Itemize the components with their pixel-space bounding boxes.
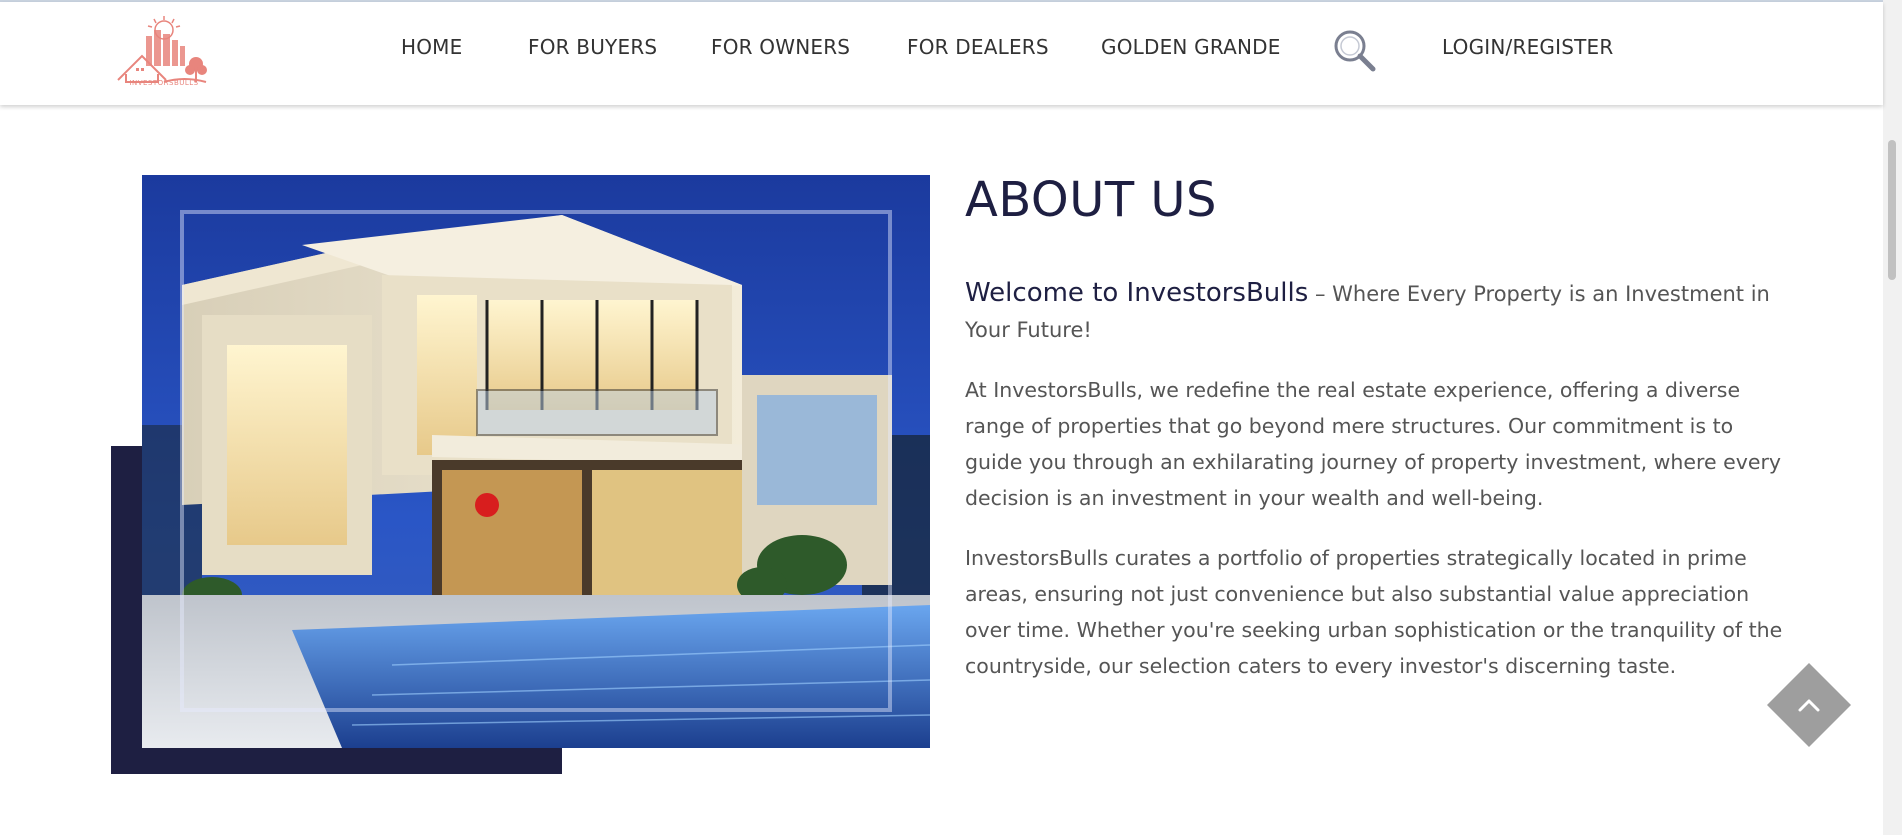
modern-villa-illustration: [142, 175, 930, 748]
page-scrollbar[interactable]: [1883, 0, 1902, 835]
search-button[interactable]: [1332, 28, 1378, 74]
nav-for-dealers[interactable]: FOR DEALERS: [907, 35, 1049, 59]
about-hero-image: [142, 175, 930, 748]
nav-for-buyers[interactable]: FOR BUYERS: [528, 35, 657, 59]
back-to-top-diamond: [1767, 663, 1851, 747]
site-logo[interactable]: INVESTORSBULLS: [114, 16, 214, 92]
nav-for-owners[interactable]: FOR OWNERS: [711, 35, 850, 59]
welcome-heading: Welcome to InvestorsBulls: [965, 278, 1309, 308]
search-icon: [1334, 30, 1376, 72]
scrollbar-thumb[interactable]: [1888, 140, 1896, 280]
back-to-top-button[interactable]: [1767, 663, 1851, 747]
welcome-paragraph: Welcome to InvestorsBulls – Where Every …: [965, 275, 1787, 348]
about-title: ABOUT US: [965, 172, 1218, 228]
about-paragraph-1: At InvestorsBulls, we redefine the real …: [965, 378, 1782, 510]
about-paragraph-2: InvestorsBulls curates a portfolio of pr…: [965, 546, 1783, 678]
nav-login-register[interactable]: LOGIN/REGISTER: [1442, 35, 1613, 59]
nav-golden-grande[interactable]: GOLDEN GRANDE: [1101, 35, 1281, 59]
logo-text: INVESTORSBULLS: [129, 79, 199, 87]
about-content: Welcome to InvestorsBulls – Where Every …: [965, 275, 1787, 684]
nav-home[interactable]: HOME: [401, 35, 462, 59]
navbar: INVESTORSBULLS HOME FOR BUYERS FOR OWNER…: [0, 2, 1883, 105]
